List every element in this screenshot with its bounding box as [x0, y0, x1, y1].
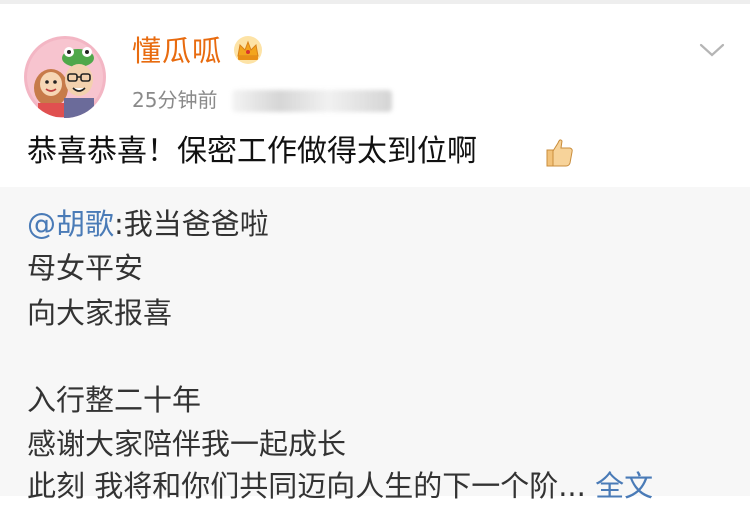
mention-link[interactable]: @胡歌: [27, 207, 114, 241]
thumbs-up-icon: [546, 139, 573, 167]
retweet-text: :我当爸爸啦: [114, 207, 269, 241]
avatar[interactable]: [24, 36, 106, 118]
retweet-line-5: 感谢大家陪伴我一起成长: [27, 427, 347, 461]
retweet-line-6: 此刻 我将和你们共同迈向人生的下一个阶... 全文: [27, 466, 653, 506]
source-redacted: [232, 90, 392, 112]
retweet-truncated-text: 此刻 我将和你们共同迈向人生的下一个阶...: [27, 469, 586, 503]
retweet-line-4: 入行整二十年: [27, 383, 202, 417]
retweet-line-3: 向大家报喜: [27, 296, 173, 330]
top-divider: [0, 0, 750, 4]
retweet-card[interactable]: @胡歌:我当爸爸啦 母女平安 向大家报喜 入行整二十年 感谢大家陪伴我一起成长 …: [0, 187, 750, 503]
username[interactable]: 懂瓜呱: [132, 32, 222, 70]
retweet-line-2: 母女平安: [27, 251, 144, 285]
retweet-line-1: @胡歌:我当爸爸啦: [27, 204, 269, 244]
post-text: 恭喜恭喜！保密工作做得太到位啊: [27, 134, 477, 169]
crown-icon: [234, 36, 262, 64]
full-text-link[interactable]: 全文: [595, 469, 653, 503]
chevron-down-icon[interactable]: [698, 40, 726, 60]
post-time: 25分钟前: [132, 88, 218, 112]
